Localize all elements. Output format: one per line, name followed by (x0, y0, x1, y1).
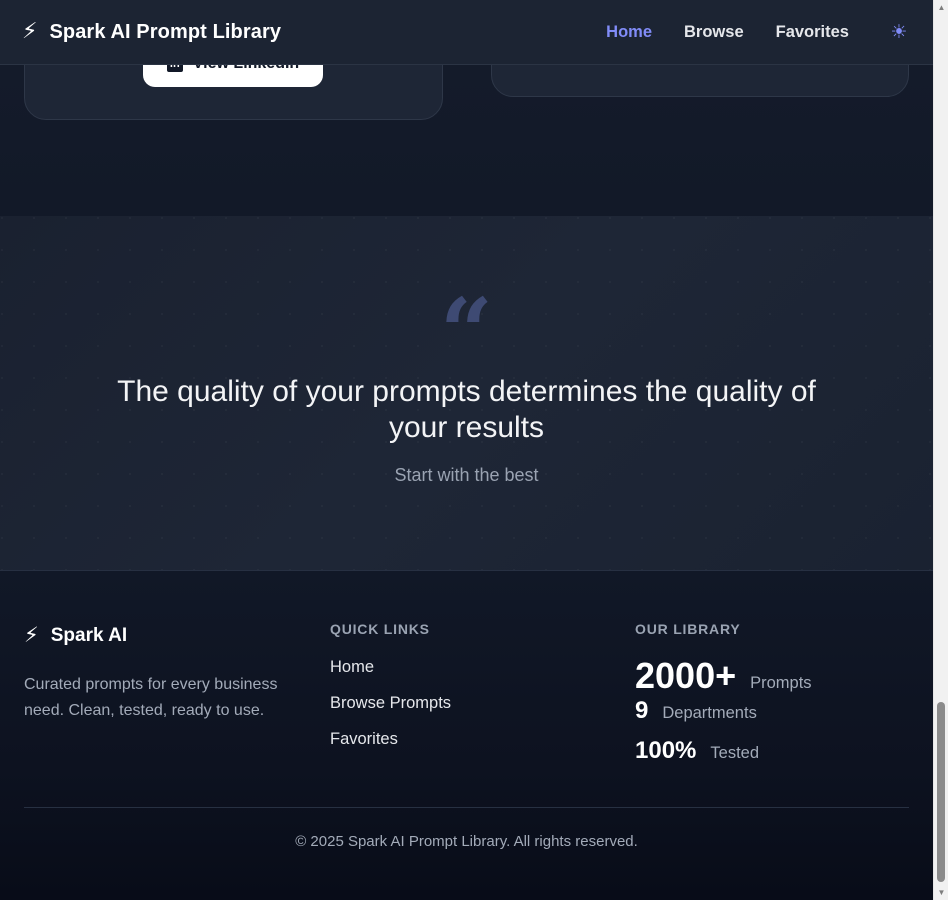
nav-browse-link[interactable]: Browse (684, 23, 744, 42)
nav-home-link[interactable]: Home (606, 23, 652, 42)
library-heading: OUR LIBRARY (635, 621, 741, 637)
footer-link-browse-prompts[interactable]: Browse Prompts (330, 693, 451, 729)
stat-tested: 100% Tested (635, 737, 812, 777)
footer-divider (24, 807, 909, 808)
stat-label: Tested (710, 744, 760, 762)
footer-brand[interactable]: ⚡︎ Spark AI (24, 625, 127, 647)
footer-description: Curated prompts for every business need.… (24, 676, 278, 719)
sun-icon: ☀ (890, 21, 908, 43)
quote-section: “ The quality of your prompts determines… (0, 216, 933, 571)
stat-value: 2000+ (635, 655, 737, 696)
scrollbar-thumb[interactable] (937, 702, 945, 882)
nav-favorites-link[interactable]: Favorites (776, 23, 849, 42)
brand-name: Spark AI Prompt Library (49, 20, 282, 43)
top-navbar: ⚡︎ Spark AI Prompt Library Home Browse F… (0, 0, 933, 65)
copyright-text: © 2025 Spark AI Prompt Library. All righ… (295, 833, 638, 850)
bolt-icon: ⚡︎ (22, 18, 38, 43)
quick-links-heading: QUICK LINKS (330, 621, 430, 637)
theme-toggle-button[interactable]: ☀ (889, 21, 909, 43)
stat-label: Prompts (750, 674, 812, 692)
scroll-down-icon[interactable]: ▼ (937, 888, 946, 897)
quote-text: The quality of your prompts determines t… (117, 375, 816, 444)
quick-links-list: Home Browse Prompts Favorites (330, 657, 451, 765)
footer: ⚡︎ Spark AI Curated prompts for every bu… (0, 571, 933, 900)
footer-link-home[interactable]: Home (330, 657, 451, 693)
brand-logo[interactable]: ⚡︎ Spark AI Prompt Library (22, 18, 282, 44)
footer-link-favorites[interactable]: Favorites (330, 729, 451, 765)
quote-icon: “ (440, 278, 493, 386)
page: ⚡︎ Spark AI Prompt Library Home Browse F… (0, 0, 933, 900)
stat-departments: 9 Departments (635, 697, 812, 737)
bolt-icon: ⚡︎ (24, 623, 39, 647)
main-nav: Home Browse Favorites (574, 23, 849, 42)
footer-brand-name: Spark AI (50, 625, 128, 646)
scroll-up-icon[interactable]: ▲ (937, 3, 946, 12)
stat-value: 9 (635, 697, 649, 724)
vertical-scrollbar[interactable]: ▲ ▼ (933, 0, 948, 900)
stat-value: 100% (635, 737, 697, 764)
quote-subtitle: Start with the best (394, 465, 539, 485)
stat-prompts: 2000+ Prompts (635, 655, 812, 696)
stat-label: Departments (662, 704, 757, 722)
library-stats: 2000+ Prompts 9 Departments 100% Tested (635, 655, 812, 777)
